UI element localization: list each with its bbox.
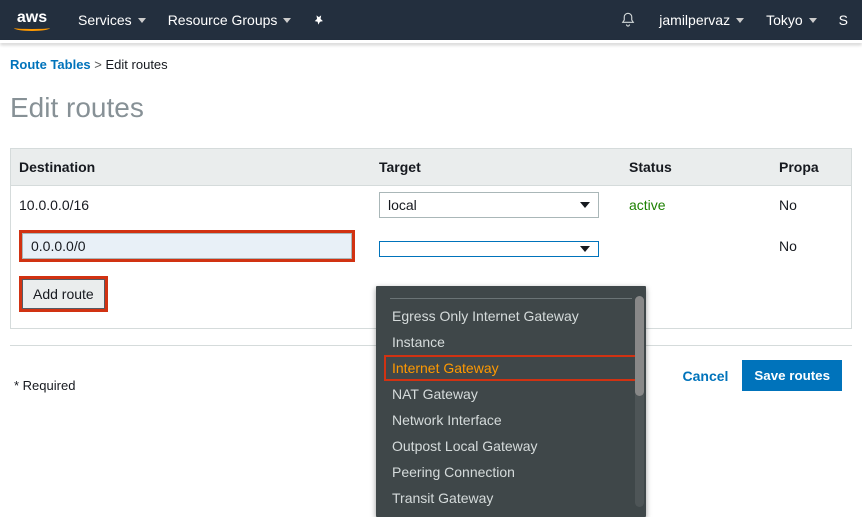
chevron-down-icon: [736, 18, 744, 23]
cell-propagated: No: [771, 186, 851, 225]
col-header-propagated: Propa: [771, 149, 851, 186]
chevron-down-icon: [283, 18, 291, 23]
chevron-down-icon: [809, 18, 817, 23]
nav-services[interactable]: Services: [78, 12, 146, 28]
nav-region[interactable]: Tokyo: [766, 12, 817, 28]
chevron-down-icon: [138, 18, 146, 23]
nav-user-label: jamilpervaz: [659, 12, 730, 28]
col-header-target: Target: [371, 149, 621, 186]
nav-resource-groups-label: Resource Groups: [168, 12, 278, 28]
nav-user[interactable]: jamilpervaz: [659, 12, 744, 28]
nav-support[interactable]: S: [839, 12, 848, 28]
pin-icon[interactable]: [313, 13, 327, 27]
breadcrumb-route-tables[interactable]: Route Tables: [10, 57, 91, 72]
breadcrumb-current: Edit routes: [106, 57, 168, 72]
routes-table: Destination Target Status Propa 10.0.0.0…: [11, 149, 851, 268]
dropdown-option[interactable]: Peering Connection: [376, 459, 646, 485]
page-title: Edit routes: [10, 92, 852, 124]
target-select[interactable]: local: [379, 192, 599, 218]
nav-resource-groups[interactable]: Resource Groups: [168, 12, 292, 28]
target-dropdown: Egress Only Internet Gateway Instance In…: [376, 286, 646, 517]
destination-input[interactable]: 0.0.0.0/0: [22, 233, 352, 259]
nav-support-label: S: [839, 12, 848, 28]
dropdown-option[interactable]: Transit Gateway: [376, 485, 646, 511]
nav-region-label: Tokyo: [766, 12, 803, 28]
col-header-destination: Destination: [11, 149, 371, 186]
col-header-status: Status: [621, 149, 771, 186]
dropdown-scrollbar[interactable]: [635, 296, 644, 507]
breadcrumb-separator: >: [94, 57, 105, 72]
top-nav: aws Services Resource Groups jamilpervaz…: [0, 0, 862, 40]
cell-status: [621, 224, 771, 268]
target-select[interactable]: [379, 241, 599, 257]
add-route-button[interactable]: Add route: [22, 279, 105, 309]
aws-logo[interactable]: aws: [14, 9, 50, 31]
cell-propagated: No: [771, 224, 851, 268]
dropdown-divider: [390, 298, 632, 299]
chevron-down-icon: [580, 202, 590, 208]
dropdown-option[interactable]: Outpost Local Gateway: [376, 433, 646, 459]
cancel-button[interactable]: Cancel: [683, 368, 729, 384]
dropdown-option[interactable]: Egress Only Internet Gateway: [376, 303, 646, 329]
chevron-down-icon: [580, 246, 590, 252]
dropdown-option[interactable]: Network Interface: [376, 407, 646, 433]
notifications-icon[interactable]: [619, 11, 637, 29]
target-select-value: local: [388, 197, 417, 213]
dropdown-option[interactable]: NAT Gateway: [376, 381, 646, 407]
nav-services-label: Services: [78, 12, 132, 28]
breadcrumb: Route Tables > Edit routes: [10, 57, 852, 72]
cell-status: active: [621, 186, 771, 225]
table-row: 0.0.0.0/0 No: [11, 224, 851, 268]
cell-destination: 10.0.0.0/16: [11, 186, 371, 225]
destination-input-value: 0.0.0.0/0: [31, 238, 86, 254]
table-row: 10.0.0.0/16 local active No: [11, 186, 851, 225]
save-button[interactable]: Save routes: [742, 360, 842, 391]
required-label: * Required: [10, 362, 75, 393]
dropdown-option[interactable]: Instance: [376, 329, 646, 355]
dropdown-option-internet-gateway[interactable]: Internet Gateway: [386, 357, 636, 379]
